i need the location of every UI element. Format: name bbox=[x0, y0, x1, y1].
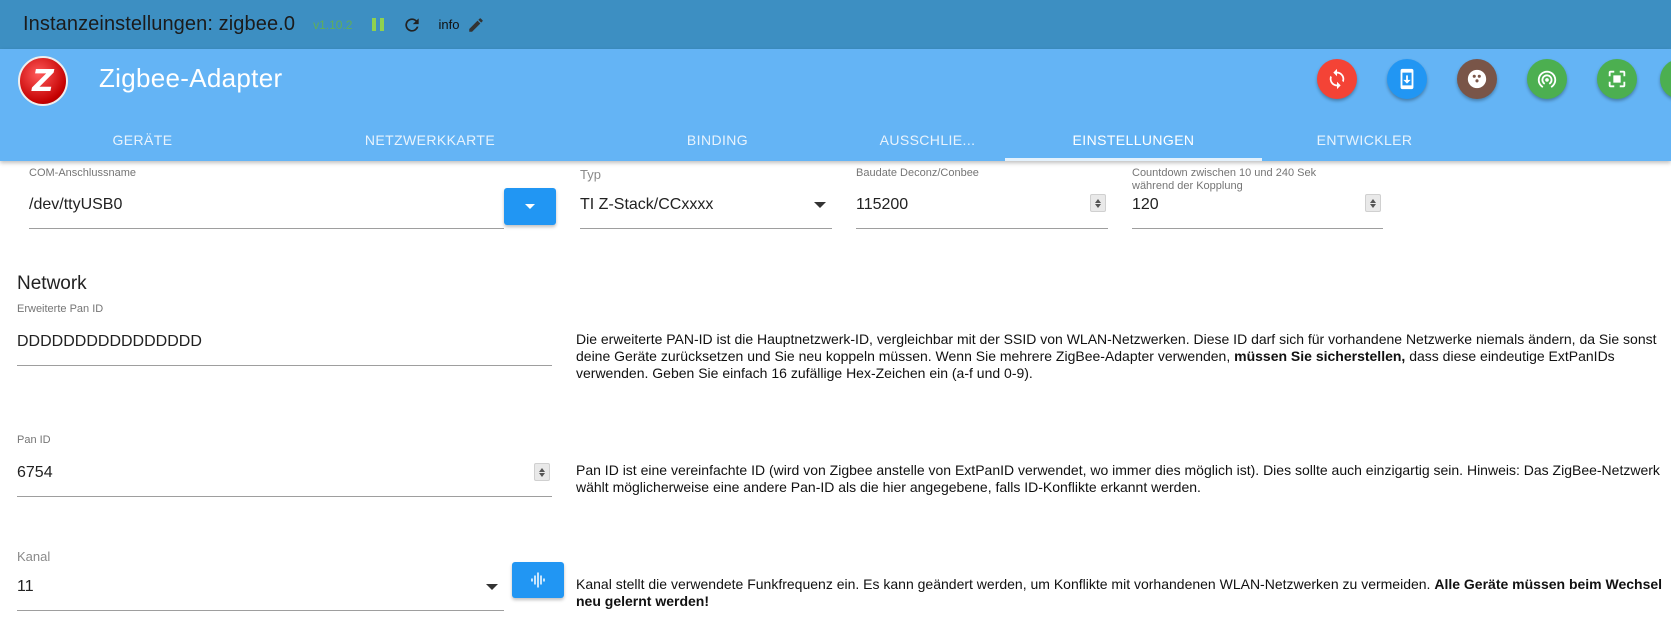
sync-button[interactable] bbox=[1317, 59, 1357, 99]
tab-exclude[interactable]: AUSSCHLIE... bbox=[860, 119, 995, 161]
bowling-button[interactable] bbox=[1457, 59, 1497, 99]
zigbee-logo: Z bbox=[18, 56, 68, 106]
channel-description: Kanal stellt die verwendete Funkfrequenz… bbox=[576, 576, 1663, 609]
phone-download-icon bbox=[1400, 68, 1414, 90]
baudrate-label: Baudate Deconz/Conbee bbox=[856, 167, 979, 179]
pan-id-underline bbox=[17, 496, 552, 497]
tab-network-map[interactable]: NETZWERKKARTE bbox=[300, 119, 560, 161]
ext-pan-id-label: Erweiterte Pan ID bbox=[17, 303, 104, 315]
pan-id-input[interactable]: 6754 bbox=[17, 464, 53, 482]
type-label: Typ bbox=[580, 167, 601, 182]
partial-action-button[interactable] bbox=[1660, 59, 1671, 99]
com-port-label: COM-Anschlussname bbox=[29, 167, 136, 179]
tab-bar: GERÄTE NETZWERKKARTE BINDING AUSSCHLIE..… bbox=[0, 119, 1671, 161]
sync-icon bbox=[1329, 68, 1345, 90]
ext-pan-id-input[interactable]: DDDDDDDDDDDDDDDD bbox=[17, 333, 202, 351]
countdown-label-line1: Countdown zwischen 10 und 240 Sek bbox=[1132, 167, 1317, 179]
adapter-header: Z Zigbee-Adapter GERÄTE NETZWERKKARTE BI… bbox=[0, 49, 1671, 161]
broadcast-button[interactable] bbox=[1527, 59, 1567, 99]
bowling-ball-icon bbox=[1467, 69, 1487, 89]
channel-underline bbox=[17, 610, 504, 611]
countdown-label-line2: während der Kopplung bbox=[1132, 180, 1243, 192]
com-port-underline bbox=[29, 228, 504, 229]
tab-settings[interactable]: EINSTELLUNGEN bbox=[1005, 119, 1262, 161]
countdown-underline bbox=[1132, 228, 1383, 229]
type-select[interactable]: TI Z-Stack/CCxxxx bbox=[580, 196, 713, 214]
tab-developer[interactable]: ENTWICKLER bbox=[1262, 119, 1467, 161]
pan-id-description: Pan ID ist eine vereinfachte ID (wird vo… bbox=[576, 462, 1660, 495]
com-port-list-button[interactable] bbox=[504, 188, 556, 225]
baudrate-underline bbox=[856, 228, 1108, 229]
countdown-stepper[interactable] bbox=[1365, 194, 1381, 212]
tab-devices[interactable]: GERÄTE bbox=[40, 119, 245, 161]
tab-binding[interactable]: BINDING bbox=[620, 119, 815, 161]
pause-icon[interactable] bbox=[372, 18, 385, 32]
type-underline bbox=[580, 228, 832, 229]
ext-pan-id-description: Die erweiterte PAN-ID ist die Hauptnetzw… bbox=[576, 331, 1657, 381]
chip-button[interactable] bbox=[1597, 59, 1637, 99]
ext-pan-id-underline bbox=[17, 365, 552, 366]
active-tab-indicator bbox=[1005, 158, 1262, 161]
pan-id-label: Pan ID bbox=[17, 434, 51, 446]
baudrate-input[interactable]: 115200 bbox=[856, 196, 908, 214]
signal-broadcast-icon bbox=[1537, 70, 1557, 88]
chevron-down-icon bbox=[525, 204, 535, 209]
chip-icon bbox=[1608, 70, 1626, 88]
channel-label: Kanal bbox=[17, 549, 51, 564]
countdown-input[interactable]: 120 bbox=[1132, 196, 1159, 214]
chevron-down-icon[interactable] bbox=[486, 584, 498, 590]
instance-title: Instanzeinstellungen: zigbee.0 bbox=[23, 13, 296, 35]
info-label: info bbox=[438, 17, 460, 32]
refresh-icon[interactable] bbox=[402, 15, 422, 35]
instance-settings-bar: Instanzeinstellungen: zigbee.0 v1.10.2 i… bbox=[0, 0, 1671, 49]
channel-select[interactable]: 11 bbox=[17, 578, 34, 596]
audio-wave-icon bbox=[531, 572, 545, 588]
chevron-down-icon[interactable] bbox=[814, 202, 826, 208]
baudrate-stepper[interactable] bbox=[1090, 194, 1106, 212]
edit-icon[interactable] bbox=[467, 16, 485, 34]
network-section-title: Network bbox=[17, 273, 87, 294]
channel-scan-button[interactable] bbox=[512, 562, 564, 598]
phone-download-button[interactable] bbox=[1387, 59, 1427, 99]
adapter-title: Zigbee-Adapter bbox=[99, 63, 283, 93]
version-label: v1.10.2 bbox=[313, 17, 353, 32]
pan-id-stepper[interactable] bbox=[534, 463, 550, 481]
com-port-input[interactable]: /dev/ttyUSB0 bbox=[29, 196, 122, 214]
